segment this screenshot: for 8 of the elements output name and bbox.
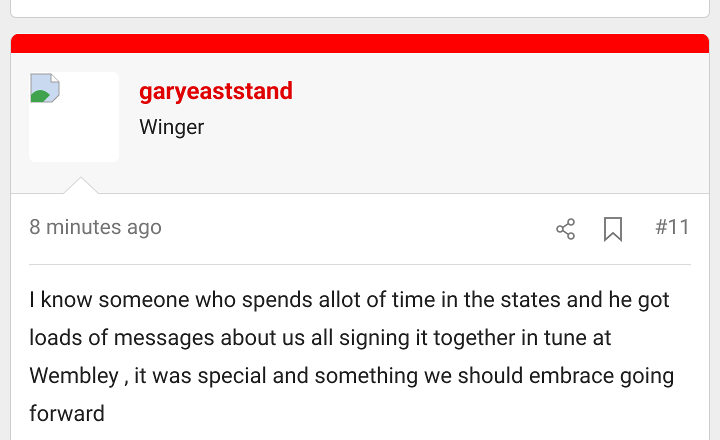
username-link[interactable]: garyeaststand bbox=[139, 75, 293, 107]
bookmark-icon[interactable] bbox=[602, 216, 624, 242]
post-time[interactable]: 8 minutes ago bbox=[29, 213, 554, 245]
post-number-link[interactable]: #11 bbox=[654, 213, 691, 245]
broken-image-icon bbox=[30, 73, 60, 103]
user-title: Winger bbox=[139, 115, 206, 142]
avatar[interactable] bbox=[29, 72, 119, 162]
post-body: I know someone who spends allot of time in the states and he got loads of messages about us all signing it together in tune at Wembley , it was special and something we should embrace going forward bbox=[29, 287, 676, 429]
